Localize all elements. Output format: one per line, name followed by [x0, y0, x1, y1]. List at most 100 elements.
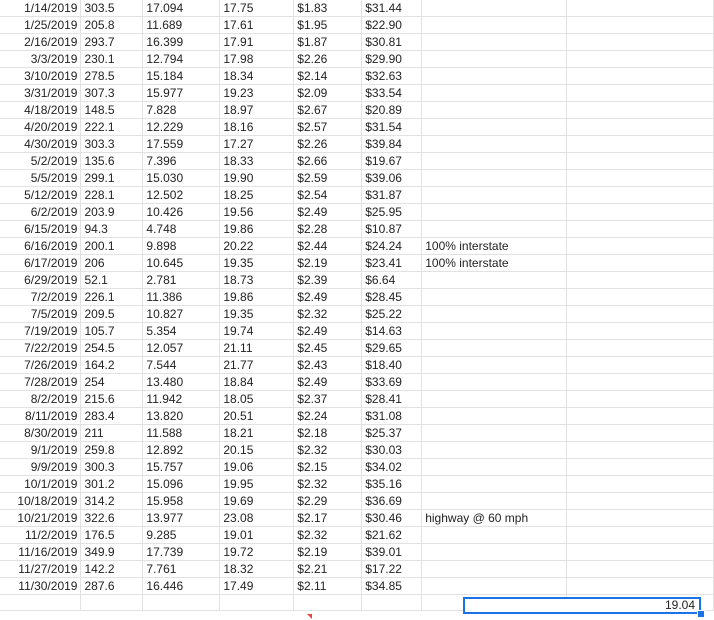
cell-date[interactable]: 7/28/2019	[0, 373, 82, 391]
cell-cost[interactable]: $29.90	[361, 50, 423, 68]
cell-empty[interactable]	[566, 67, 714, 85]
cell-miles[interactable]: 322.6	[80, 509, 144, 527]
cell-empty[interactable]	[566, 237, 714, 255]
cell-cost[interactable]: $20.89	[361, 101, 423, 119]
cell-miles[interactable]: 205.8	[80, 16, 144, 34]
cell-note[interactable]	[421, 101, 568, 119]
cell-mpg[interactable]: 19.69	[219, 492, 295, 510]
cell-empty[interactable]	[566, 203, 714, 221]
cell-miles[interactable]: 52.1	[80, 271, 144, 289]
cell-miles[interactable]: 230.1	[80, 50, 144, 68]
cell-mpg[interactable]: 18.97	[219, 101, 295, 119]
cell-miles[interactable]: 254	[80, 373, 144, 391]
cell-empty[interactable]	[142, 594, 221, 611]
cell-miles[interactable]: 278.5	[80, 67, 144, 85]
cell-note[interactable]	[421, 526, 568, 544]
cell-gallons[interactable]: 12.057	[142, 339, 221, 357]
cell-gallons[interactable]: 11.942	[142, 390, 221, 408]
cell-cost[interactable]: $31.87	[361, 186, 423, 204]
cell-price[interactable]: $2.66	[293, 152, 363, 170]
cell-miles[interactable]: 300.3	[80, 458, 144, 476]
cell-gallons[interactable]: 7.396	[142, 152, 221, 170]
cell-note[interactable]	[421, 560, 568, 578]
cell-empty[interactable]	[566, 390, 714, 408]
cell-miles[interactable]: 211	[80, 424, 144, 442]
cell-gallons[interactable]: 15.757	[142, 458, 221, 476]
cell-cost[interactable]: $34.85	[361, 577, 423, 595]
cell-empty[interactable]	[0, 594, 82, 611]
cell-miles[interactable]: 301.2	[80, 475, 144, 493]
cell-note[interactable]	[421, 118, 568, 136]
cell-note[interactable]	[421, 441, 568, 459]
cell-price[interactable]: $2.19	[293, 254, 363, 272]
cell-cost[interactable]: $24.24	[361, 237, 423, 255]
cell-price[interactable]: $2.49	[293, 373, 363, 391]
cell-cost[interactable]: $19.67	[361, 152, 423, 170]
cell-date[interactable]: 5/2/2019	[0, 152, 82, 170]
cell-cost[interactable]: $36.69	[361, 492, 423, 510]
cell-mpg[interactable]: 18.34	[219, 67, 295, 85]
cell-gallons[interactable]: 9.898	[142, 237, 221, 255]
cell-empty[interactable]	[566, 560, 714, 578]
cell-note[interactable]	[421, 305, 568, 323]
cell-cost[interactable]: $6.64	[361, 271, 423, 289]
cell-cost[interactable]: $30.03	[361, 441, 423, 459]
cell-mpg[interactable]: 20.51	[219, 407, 295, 425]
cell-gallons[interactable]: 15.958	[142, 492, 221, 510]
cell-mpg[interactable]: 21.11	[219, 339, 295, 357]
fill-handle[interactable]	[697, 610, 705, 618]
cell-miles[interactable]: 349.9	[80, 543, 144, 561]
cell-cost[interactable]: $21.62	[361, 526, 423, 544]
cell-mpg[interactable]: 17.75	[219, 0, 295, 17]
cell-miles[interactable]: 222.1	[80, 118, 144, 136]
cell-cost[interactable]: $32.63	[361, 67, 423, 85]
cell-empty[interactable]	[566, 271, 714, 289]
cell-gallons[interactable]: 11.386	[142, 288, 221, 306]
cell-date[interactable]: 11/27/2019	[0, 560, 82, 578]
cell-gallons[interactable]: 17.094	[142, 0, 221, 17]
cell-cost[interactable]: $28.41	[361, 390, 423, 408]
cell-mpg[interactable]: 17.91	[219, 33, 295, 51]
cell-cost[interactable]: $25.95	[361, 203, 423, 221]
cell-gallons[interactable]: 7.761	[142, 560, 221, 578]
cell-cost[interactable]: $39.06	[361, 169, 423, 187]
cell-mpg[interactable]: 18.84	[219, 373, 295, 391]
cell-miles[interactable]: 314.2	[80, 492, 144, 510]
cell-cost[interactable]: $17.22	[361, 560, 423, 578]
cell-empty[interactable]	[219, 594, 295, 611]
cell-empty[interactable]	[566, 339, 714, 357]
cell-mpg[interactable]: 19.35	[219, 254, 295, 272]
cell-cost[interactable]: $18.40	[361, 356, 423, 374]
cell-gallons[interactable]: 16.446	[142, 577, 221, 595]
cell-gallons[interactable]: 10.426	[142, 203, 221, 221]
cell-miles[interactable]: 228.1	[80, 186, 144, 204]
cell-gallons[interactable]: 12.502	[142, 186, 221, 204]
cell-gallons[interactable]: 17.559	[142, 135, 221, 153]
cell-empty[interactable]	[566, 186, 714, 204]
cell-note[interactable]	[421, 33, 568, 51]
cell-date[interactable]: 5/12/2019	[0, 186, 82, 204]
cell-miles[interactable]: 176.5	[80, 526, 144, 544]
cell-miles[interactable]: 303.3	[80, 135, 144, 153]
cell-miles[interactable]: 259.8	[80, 441, 144, 459]
cell-mpg[interactable]: 19.56	[219, 203, 295, 221]
cell-miles[interactable]: 303.5	[80, 0, 144, 17]
cell-date[interactable]: 7/5/2019	[0, 305, 82, 323]
cell-date[interactable]: 6/16/2019	[0, 237, 82, 255]
cell-gallons[interactable]: 9.285	[142, 526, 221, 544]
cell-note[interactable]	[421, 424, 568, 442]
cell-gallons[interactable]: 15.184	[142, 67, 221, 85]
cell-cost[interactable]: $25.22	[361, 305, 423, 323]
cell-price[interactable]: $2.57	[293, 118, 363, 136]
cell-mpg[interactable]: 18.73	[219, 271, 295, 289]
cell-gallons[interactable]: 15.977	[142, 84, 221, 102]
cell-empty[interactable]	[566, 492, 714, 510]
cell-price[interactable]: $2.39	[293, 271, 363, 289]
cell-empty[interactable]	[566, 373, 714, 391]
cell-cost[interactable]: $28.45	[361, 288, 423, 306]
cell-date[interactable]: 10/1/2019	[0, 475, 82, 493]
cell-cost[interactable]: $25.37	[361, 424, 423, 442]
cell-empty[interactable]	[566, 526, 714, 544]
cell-price[interactable]: $2.44	[293, 237, 363, 255]
cell-cost[interactable]: $33.54	[361, 84, 423, 102]
